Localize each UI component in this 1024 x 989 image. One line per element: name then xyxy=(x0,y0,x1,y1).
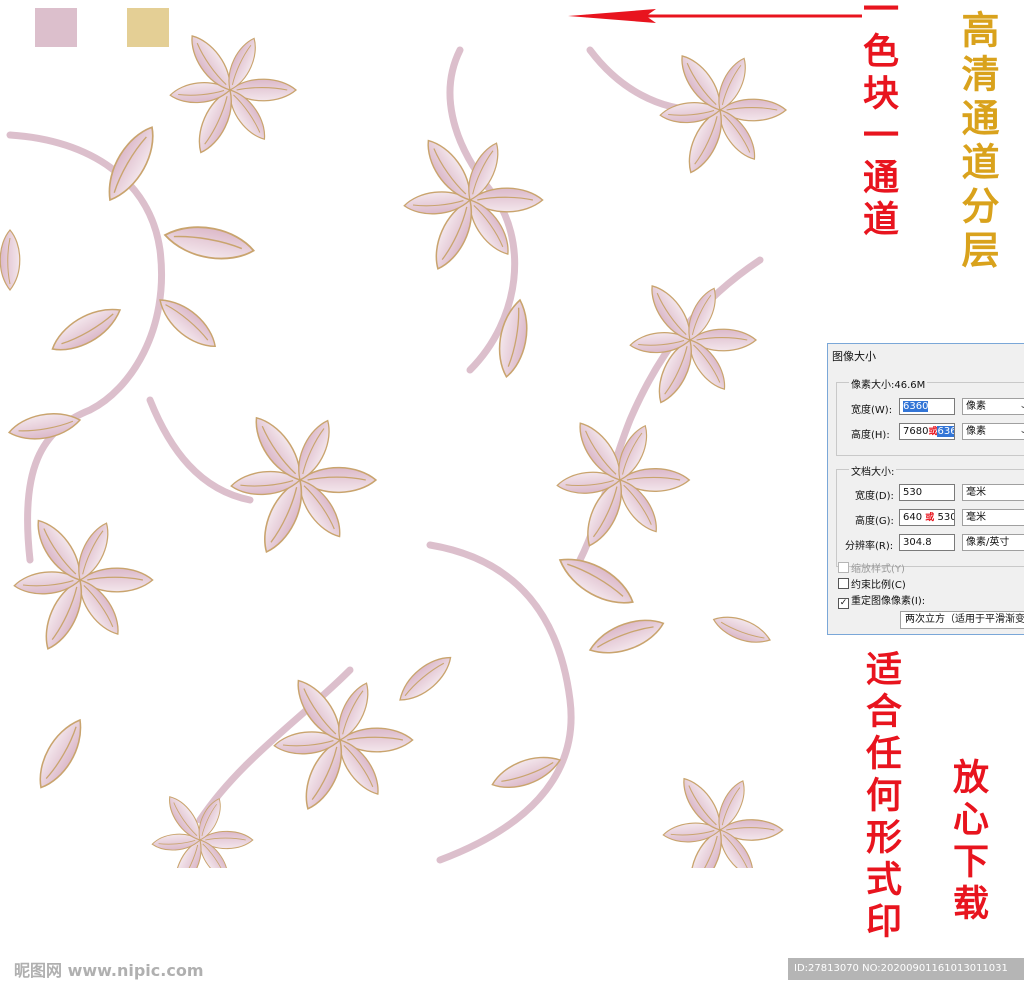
pixel-size-group: 像素大小:46.6M 宽度(W): 6360 像素 ⌄ 高度(H): 7680或6… xyxy=(836,376,1024,456)
doc-size-label: 文档大小: xyxy=(849,463,897,478)
doc-width-value: 530 xyxy=(903,487,923,498)
color-swatch-pink xyxy=(35,8,77,47)
height-input[interactable]: 7680或6360 xyxy=(899,423,955,440)
height-label: 高度(H): xyxy=(851,430,890,441)
site-logo: 昵图网 www.nipic.com xyxy=(14,961,204,980)
height-unit: 像素 xyxy=(966,426,986,437)
scale-styles-label: 缩放样式(Y) xyxy=(851,564,905,575)
width-unit: 像素 xyxy=(966,401,986,412)
doc-height-input[interactable]: 640 或 530 xyxy=(899,509,955,526)
doc-width-unit: 毫米 xyxy=(966,487,986,498)
doc-height-new-value: 530 xyxy=(937,512,955,523)
flower-cluster xyxy=(0,30,786,868)
checkbox-icon xyxy=(838,578,849,589)
height-new-value: 6360 xyxy=(937,426,954,437)
image-id-bar: ID:27813070 NO:20200901161013011031 xyxy=(788,958,1024,980)
floral-pattern xyxy=(0,0,822,868)
resolution-input[interactable]: 304.8 xyxy=(899,534,955,551)
chevron-down-icon: ⌄ xyxy=(1019,399,1024,414)
doc-width-unit-select[interactable]: 毫米 xyxy=(962,484,1024,501)
checkbox-icon xyxy=(838,562,849,573)
chevron-down-icon: ⌄ xyxy=(1019,424,1024,439)
resample-checkbox[interactable]: ✓ 重定图像像素(I): xyxy=(838,592,925,609)
dialog-title: 图像大小 xyxy=(832,350,876,363)
doc-height-or-note: 或 xyxy=(925,513,935,523)
red-arrow-icon xyxy=(568,9,862,23)
color-swatch-gold xyxy=(127,8,169,47)
width-unit-select[interactable]: 像素 ⌄ xyxy=(962,398,1024,415)
promo-gold-vertical-text: 高清通道分层 xyxy=(955,10,1000,274)
doc-height-old-value: 640 xyxy=(903,512,923,523)
pixel-size-label: 像素大小:46.6M xyxy=(849,376,928,391)
resolution-unit: 像素/英寸 xyxy=(966,537,1010,548)
width-label: 宽度(W): xyxy=(851,405,893,416)
promo-red-channel-text: 一色块一通道 xyxy=(857,0,899,242)
width-input[interactable]: 6360 xyxy=(899,398,955,415)
checkmark-icon: ✓ xyxy=(838,598,849,609)
image-size-dialog: 图像大小 像素大小:46.6M 宽度(W): 6360 像素 ⌄ 高度(H): 7… xyxy=(827,343,1024,635)
constrain-label: 约束比例(C) xyxy=(851,580,906,591)
document-size-group: 文档大小: 宽度(D): 530 毫米 高度(G): 640 或 530 毫米 … xyxy=(836,463,1024,567)
doc-width-input[interactable]: 530 xyxy=(899,484,955,501)
doc-height-unit: 毫米 xyxy=(966,512,986,523)
height-unit-select[interactable]: 像素 ⌄ xyxy=(962,423,1024,440)
promo-red-print-text: 适合任何形式印 xyxy=(860,650,902,944)
constrain-checkbox[interactable]: 约束比例(C) xyxy=(838,576,906,591)
resolution-unit-select[interactable]: 像素/英寸 xyxy=(962,534,1024,551)
height-old-value: 7680 xyxy=(903,426,929,437)
resolution-value: 304.8 xyxy=(903,537,932,548)
promo-red-download-text: 放心下载 xyxy=(947,758,989,926)
scale-styles-checkbox[interactable]: 缩放样式(Y) xyxy=(838,560,905,575)
doc-height-label: 高度(G): xyxy=(855,516,894,527)
resample-label: 重定图像像素(I): xyxy=(851,596,926,607)
resolution-label: 分辨率(R): xyxy=(845,541,894,552)
doc-height-unit-select[interactable]: 毫米 xyxy=(962,509,1024,526)
width-value: 6360 xyxy=(903,401,929,412)
resample-method-select[interactable]: 两次立方（适用于平滑渐变 xyxy=(900,611,1024,629)
doc-width-label: 宽度(D): xyxy=(855,491,894,502)
